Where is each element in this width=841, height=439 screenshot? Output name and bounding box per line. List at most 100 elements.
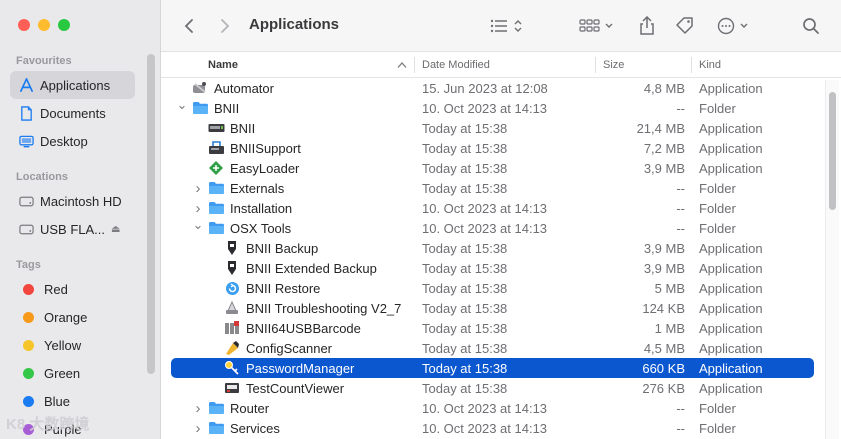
file-name: BNII Restore: [246, 280, 321, 296]
favourites-heading: Favourites: [16, 55, 72, 67]
size-cell: --: [676, 200, 685, 216]
table-row[interactable]: Automator 15. Jun 2023 at 12:08 4,8 MB Appl…: [171, 78, 814, 98]
table-row[interactable]: ⌄ BNII 10. Oct 2023 at 14:13 -- Folder: [171, 97, 814, 118]
size-cell: --: [676, 220, 685, 236]
file-list-scrollbar[interactable]: [829, 92, 836, 210]
grid-icon: [579, 19, 613, 32]
table-row[interactable]: › Services 10. Oct 2023 at 14:13 -- Folder: [171, 418, 814, 438]
back-button[interactable]: [177, 14, 201, 38]
bniisupport-app-icon: [207, 140, 225, 156]
backup-app-icon: [223, 260, 241, 276]
chevron-right-icon: [221, 19, 230, 33]
sidebar-item-applications[interactable]: Applications: [10, 71, 135, 99]
sidebar-tag-green[interactable]: Green: [10, 359, 135, 387]
document-icon: [17, 105, 35, 121]
table-row[interactable]: BNII Restore Today at 15:38 5 MB Applicatio…: [171, 278, 814, 298]
file-name: BNII: [230, 120, 256, 136]
name-cell: Automator: [171, 78, 274, 98]
name-cell: ⌄ BNII: [171, 97, 240, 118]
column-date-label: Date Modified: [422, 59, 490, 71]
name-cell: ConfigScanner: [171, 338, 332, 358]
name-cell: BNII Restore: [171, 278, 320, 298]
kind-cell: Folder: [699, 420, 736, 436]
table-row[interactable]: › Router 10. Oct 2023 at 14:13 -- Folder: [171, 398, 814, 418]
file-name: Automator: [214, 80, 274, 96]
table-row[interactable]: ConfigScanner Today at 15:38 4,5 MB Applica…: [171, 338, 814, 358]
date-cell: 15. Jun 2023 at 12:08: [422, 80, 548, 96]
sidebar-tag-blue[interactable]: Blue: [10, 387, 135, 415]
table-row[interactable]: BNII Troubleshooting V2_7 Today at 15:38 1…: [171, 298, 814, 318]
table-row[interactable]: › Installation 10. Oct 2023 at 14:13 -- Fold…: [171, 198, 814, 218]
table-row[interactable]: BNII Extended Backup Today at 15:38 3,9 MB…: [171, 258, 814, 278]
tag-button[interactable]: [673, 14, 697, 38]
action-menu-button[interactable]: [715, 14, 755, 38]
sidebar-item-usb-flash[interactable]: USB FLA... ⏏: [10, 215, 135, 243]
sidebar-scrollbar[interactable]: [147, 54, 155, 374]
disclosure-chevron-right-icon[interactable]: ›: [193, 200, 203, 217]
column-size-header[interactable]: Size: [603, 52, 624, 78]
sidebar-item-label: Documents: [40, 105, 106, 121]
automator-app-icon: [191, 80, 209, 96]
folder-icon: [207, 420, 225, 436]
sidebar-tag-yellow[interactable]: Yellow: [10, 331, 135, 359]
size-cell: 4,8 MB: [643, 80, 685, 96]
disclosure-chevron-down-icon[interactable]: ⌄: [193, 217, 204, 233]
disclosure-chevron-right-icon[interactable]: ›: [193, 180, 203, 197]
search-button[interactable]: [799, 14, 823, 38]
name-cell: › Services: [171, 418, 280, 438]
minimize-window-button[interactable]: [38, 19, 50, 31]
search-icon: [803, 18, 819, 34]
column-kind-header[interactable]: Kind: [699, 52, 721, 78]
tag-label: Red: [44, 281, 68, 297]
bnii-app-icon: [207, 120, 225, 136]
tag-dot-icon: [23, 395, 34, 407]
table-row[interactable]: PasswordManager Today at 15:38 660 KB Appli…: [171, 358, 814, 378]
folder-icon: [207, 180, 225, 196]
group-by-button[interactable]: [577, 14, 617, 38]
eject-icon[interactable]: ⏏: [111, 224, 120, 235]
sidebar-item-desktop[interactable]: Desktop: [10, 127, 135, 155]
sidebar-item-documents[interactable]: Documents: [10, 99, 135, 127]
troubleshooting-app-icon: [223, 300, 241, 316]
date-cell: Today at 15:38: [422, 180, 508, 196]
window-title: Applications: [249, 16, 340, 33]
size-cell: 1 MB: [654, 320, 685, 336]
table-row[interactable]: BNII Backup Today at 15:38 3,9 MB Applicati…: [171, 238, 814, 258]
table-row[interactable]: ⌄ OSX Tools 10. Oct 2023 at 14:13 -- Folder: [171, 217, 814, 238]
column-header: Name Date Modified Size Kind: [161, 52, 841, 78]
kind-cell: Application: [699, 380, 763, 396]
column-name-header[interactable]: Name: [208, 52, 238, 78]
forward-button[interactable]: [213, 14, 237, 38]
tags-heading: Tags: [16, 259, 41, 271]
size-cell: 7,2 MB: [643, 140, 685, 156]
table-row[interactable]: TestCountViewer Today at 15:38 276 KB Appli…: [171, 378, 814, 398]
share-button[interactable]: [635, 14, 659, 38]
configscanner-app-icon: [223, 340, 241, 356]
sidebar-tag-orange[interactable]: Orange: [10, 303, 135, 331]
table-row[interactable]: BNIISupport Today at 15:38 7,2 MB Applicati…: [171, 138, 814, 158]
disclosure-chevron-right-icon[interactable]: ›: [193, 420, 203, 437]
view-mode-list-button[interactable]: [487, 14, 527, 38]
table-row[interactable]: BNII Today at 15:38 21,4 MB Application: [171, 118, 814, 138]
kind-cell: Application: [699, 120, 763, 136]
disclosure-chevron-down-icon[interactable]: ⌄: [177, 97, 188, 113]
size-cell: 276 KB: [642, 380, 685, 396]
file-name: Router: [230, 400, 270, 416]
zoom-window-button[interactable]: [58, 19, 70, 31]
disk-icon: [17, 196, 35, 207]
table-row[interactable]: BNII64USBBarcode Today at 15:38 1 MB Applic…: [171, 318, 814, 338]
sidebar-tag-red[interactable]: Red: [10, 275, 135, 303]
file-name: BNIISupport: [230, 140, 301, 156]
table-row[interactable]: › Externals Today at 15:38 -- Folder: [171, 178, 814, 198]
close-window-button[interactable]: [18, 19, 30, 31]
disclosure-chevron-right-icon[interactable]: ›: [193, 400, 203, 417]
kind-cell: Application: [699, 340, 763, 356]
size-cell: 3,9 MB: [643, 160, 685, 176]
sidebar-item-macintosh-hd[interactable]: Macintosh HD: [10, 187, 135, 215]
date-cell: Today at 15:38: [422, 380, 508, 396]
tag-dot-icon: [23, 311, 34, 323]
file-name: BNII Troubleshooting V2_7: [246, 300, 402, 316]
table-row[interactable]: EasyLoader Today at 15:38 3,9 MB Applicatio…: [171, 158, 814, 178]
column-date-header[interactable]: Date Modified: [422, 52, 490, 78]
size-cell: --: [676, 100, 685, 116]
